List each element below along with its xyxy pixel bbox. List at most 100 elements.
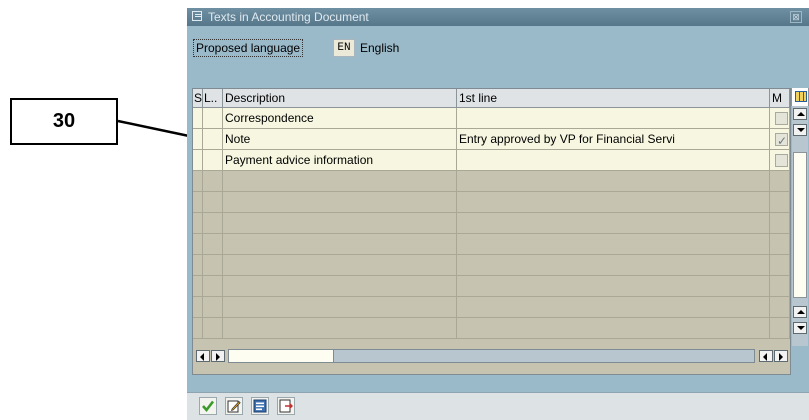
cell-first-line[interactable]: [457, 108, 770, 129]
cell-m: [770, 234, 790, 255]
cell-description[interactable]: Correspondence: [223, 108, 457, 129]
cell-l: [203, 150, 223, 171]
arrow-down-icon: [797, 326, 805, 330]
language-name: English: [360, 41, 400, 55]
arrow-right-icon: [216, 353, 220, 361]
cell-m: [770, 255, 790, 276]
more-text-checkbox[interactable]: [775, 131, 788, 150]
details-icon: [253, 399, 267, 413]
cell-first-line: [457, 192, 770, 213]
cell-s: [193, 192, 203, 213]
table-row: [193, 318, 790, 339]
cell-s: [193, 108, 203, 129]
cell-s: [193, 318, 203, 339]
language-code-field[interactable]: EN: [333, 39, 355, 57]
cell-description: [223, 255, 457, 276]
edit-icon: [227, 400, 241, 413]
texts-table: S L.. Description 1st line M Corresponde…: [192, 88, 791, 375]
col-s-header[interactable]: S: [193, 89, 203, 107]
cell-description: [223, 192, 457, 213]
cell-description: [223, 276, 457, 297]
cell-first-line[interactable]: Entry approved by VP for Financial Servi: [457, 129, 770, 150]
cell-s: [193, 213, 203, 234]
scroll-up-page-button[interactable]: [793, 306, 807, 318]
cell-first-line[interactable]: [457, 150, 770, 171]
cell-description[interactable]: Payment advice information: [223, 150, 457, 171]
cell-s: [193, 234, 203, 255]
proposed-language-label: Proposed language: [193, 39, 304, 57]
cell-m[interactable]: [770, 129, 790, 150]
cell-l: [203, 234, 223, 255]
exit-icon: [279, 399, 293, 413]
cell-l: [203, 213, 223, 234]
scroll-right-button[interactable]: [211, 350, 225, 362]
column-settings-button[interactable]: [791, 88, 809, 106]
col-m-header[interactable]: M: [770, 89, 790, 107]
arrow-up-icon: [797, 310, 805, 314]
table-header: S L.. Description 1st line M: [193, 89, 790, 108]
dialog-titlebar: Texts in Accounting Document ⊠: [187, 8, 809, 26]
scroll-down-button[interactable]: [793, 322, 807, 334]
cell-l: [203, 192, 223, 213]
scroll-up-button[interactable]: [793, 108, 807, 120]
close-icon[interactable]: ⊠: [790, 11, 802, 23]
cell-m: [770, 171, 790, 192]
window-icon: [192, 11, 202, 21]
step-callout-label: 30: [52, 110, 76, 132]
table-row: [193, 276, 790, 297]
table-row: [193, 297, 790, 318]
table-row[interactable]: Payment advice information: [193, 150, 790, 171]
cell-first-line: [457, 276, 770, 297]
table-row[interactable]: Correspondence: [193, 108, 790, 129]
arrow-left-icon: [763, 353, 767, 361]
cell-m: [770, 213, 790, 234]
cell-first-line: [457, 297, 770, 318]
scroll-right-button-2[interactable]: [774, 350, 788, 362]
table-row: [193, 234, 790, 255]
exit-button[interactable]: [277, 397, 295, 415]
dialog-toolbar: [187, 392, 809, 420]
cell-description: [223, 171, 457, 192]
scroll-left-button[interactable]: [196, 350, 210, 362]
cell-m: [770, 318, 790, 339]
cell-description: [223, 234, 457, 255]
col-first-line-header[interactable]: 1st line: [457, 89, 770, 107]
table-row[interactable]: Note Entry approved by VP for Financial S…: [193, 129, 790, 150]
more-text-checkbox[interactable]: [775, 112, 788, 125]
checkmark-icon: [202, 400, 215, 413]
dialog-title: Texts in Accounting Document: [208, 10, 369, 24]
scroll-down-page-button[interactable]: [793, 124, 807, 136]
cell-l: [203, 129, 223, 150]
cell-m[interactable]: [770, 108, 790, 129]
continue-button[interactable]: [199, 397, 217, 415]
cell-m: [770, 192, 790, 213]
cell-l: [203, 255, 223, 276]
cell-description: [223, 318, 457, 339]
horizontal-scrollbar[interactable]: [192, 349, 791, 363]
cell-s: [193, 171, 203, 192]
vertical-scrollbar[interactable]: [792, 106, 808, 346]
horizontal-scroll-thumb[interactable]: [229, 350, 334, 362]
details-button[interactable]: [251, 397, 269, 415]
table-row: [193, 255, 790, 276]
arrow-up-icon: [797, 112, 805, 116]
more-text-checkbox[interactable]: [775, 154, 788, 167]
table-row: [193, 213, 790, 234]
col-l-header[interactable]: L..: [203, 89, 223, 107]
cell-description[interactable]: Note: [223, 129, 457, 150]
cell-l: [203, 108, 223, 129]
scroll-left-button-2[interactable]: [759, 350, 773, 362]
arrow-left-icon: [200, 353, 204, 361]
table-row: [193, 171, 790, 192]
cell-s: [193, 255, 203, 276]
cell-first-line: [457, 171, 770, 192]
col-description-header[interactable]: Description: [223, 89, 457, 107]
cell-first-line: [457, 234, 770, 255]
cell-m: [770, 276, 790, 297]
cell-m[interactable]: [770, 150, 790, 171]
cell-l: [203, 171, 223, 192]
horizontal-scroll-track[interactable]: [228, 349, 755, 363]
edit-text-button[interactable]: [225, 397, 243, 415]
texts-dialog: Texts in Accounting Document ⊠ Proposed …: [187, 8, 809, 420]
vertical-scroll-thumb[interactable]: [793, 152, 807, 298]
